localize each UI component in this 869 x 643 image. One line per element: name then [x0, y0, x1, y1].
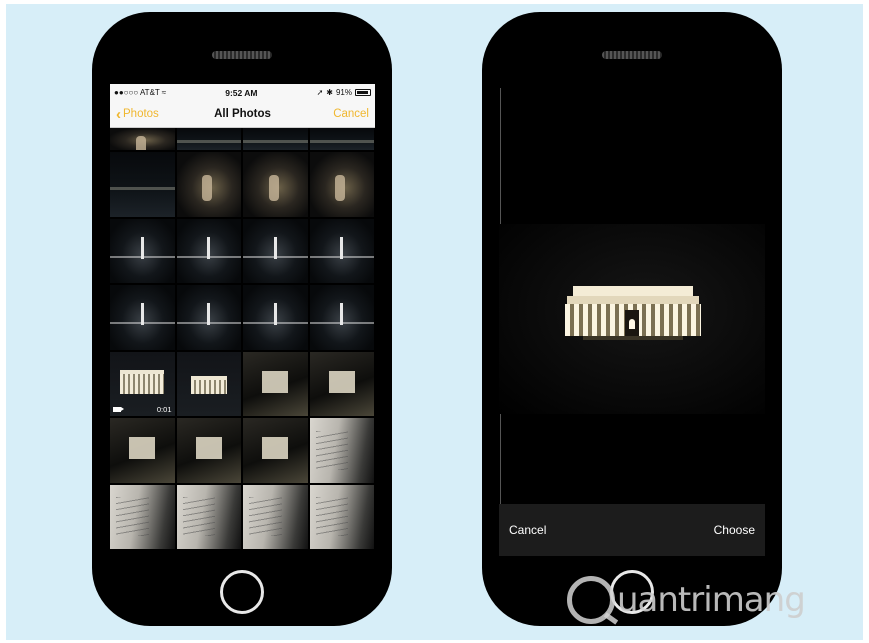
- clock: 9:52 AM: [225, 87, 258, 98]
- photo-thumbnail[interactable]: [110, 418, 175, 483]
- photo-thumbnail[interactable]: 0:01: [110, 351, 175, 416]
- photo-grid: 0:01: [110, 128, 375, 549]
- photo-thumbnail[interactable]: [243, 351, 308, 416]
- speaker-grille: [602, 51, 662, 59]
- photo-thumbnail[interactable]: [243, 285, 308, 350]
- photo-thumbnail[interactable]: [309, 218, 374, 283]
- photo-thumbnail[interactable]: [309, 285, 374, 350]
- photo-thumbnail[interactable]: [176, 152, 241, 217]
- photo-thumbnail[interactable]: [110, 285, 175, 350]
- back-button[interactable]: ‹ Photos: [116, 107, 159, 122]
- battery-percent: 91%: [335, 88, 352, 97]
- chevron-left-icon: ‹: [116, 105, 121, 123]
- photo-thumbnail[interactable]: [309, 351, 374, 416]
- photo-thumbnail[interactable]: [243, 418, 308, 483]
- video-meta: 0:01: [113, 405, 172, 414]
- carrier-label: ●●○○○ AT&T: [114, 88, 160, 97]
- photo-thumbnail[interactable]: [176, 418, 241, 483]
- photo-thumbnail[interactable]: [176, 128, 241, 150]
- back-label: Photos: [123, 108, 159, 120]
- battery-icon: [354, 89, 371, 96]
- video-duration: 0:01: [156, 405, 172, 414]
- status-bar: ●●○○○ AT&T ≈ 9:52 AM ➚ ✱ 91%: [110, 84, 375, 101]
- wifi-icon: ≈: [161, 88, 167, 97]
- photo-thumbnail[interactable]: [176, 484, 241, 549]
- memorial-image: [565, 286, 701, 340]
- photo-thumbnail[interactable]: [110, 484, 175, 549]
- video-camera-icon: [113, 407, 124, 412]
- photo-preview: [499, 224, 765, 414]
- navigation-bar: ‹ Photos All Photos Cancel: [110, 101, 375, 128]
- photo-thumbnail[interactable]: [110, 152, 175, 217]
- speaker-grille: [212, 51, 272, 59]
- phone-right: Cancel Choose: [482, 12, 782, 626]
- watermark-text: uantrimang: [617, 580, 806, 620]
- photo-thumbnail[interactable]: [176, 285, 241, 350]
- cancel-button[interactable]: Cancel: [509, 523, 546, 537]
- watermark: uantrimang: [567, 576, 806, 624]
- home-button[interactable]: [220, 570, 264, 614]
- photo-thumbnail[interactable]: [309, 128, 374, 150]
- photo-thumbnail[interactable]: [243, 152, 308, 217]
- photo-preview-screen: Cancel Choose: [499, 84, 765, 559]
- status-right: ➚ ✱ 91%: [317, 88, 371, 97]
- photo-thumbnail[interactable]: [309, 484, 374, 549]
- bluetooth-icon: ✱: [326, 88, 333, 97]
- photo-picker-screen: ●●○○○ AT&T ≈ 9:52 AM ➚ ✱ 91% ‹ Photos Al…: [110, 84, 375, 559]
- photo-thumbnail[interactable]: [110, 128, 175, 150]
- carrier-signal: ●●○○○ AT&T ≈: [114, 88, 166, 97]
- photo-thumbnail[interactable]: [243, 218, 308, 283]
- photo-thumbnail[interactable]: [309, 152, 374, 217]
- phone-left: ●●○○○ AT&T ≈ 9:52 AM ➚ ✱ 91% ‹ Photos Al…: [92, 12, 392, 626]
- cancel-button[interactable]: Cancel: [333, 108, 369, 120]
- photo-thumbnail[interactable]: [309, 418, 374, 483]
- photo-thumbnail[interactable]: [243, 128, 308, 150]
- watermark-logo-icon: [567, 576, 615, 624]
- choose-button[interactable]: Choose: [714, 523, 755, 537]
- photo-thumbnail[interactable]: [110, 218, 175, 283]
- photo-thumbnail[interactable]: [176, 351, 241, 416]
- location-icon: ➚: [316, 88, 324, 97]
- photo-thumbnail[interactable]: [176, 218, 241, 283]
- photo-thumbnail[interactable]: [243, 484, 308, 549]
- preview-toolbar: Cancel Choose: [499, 504, 765, 556]
